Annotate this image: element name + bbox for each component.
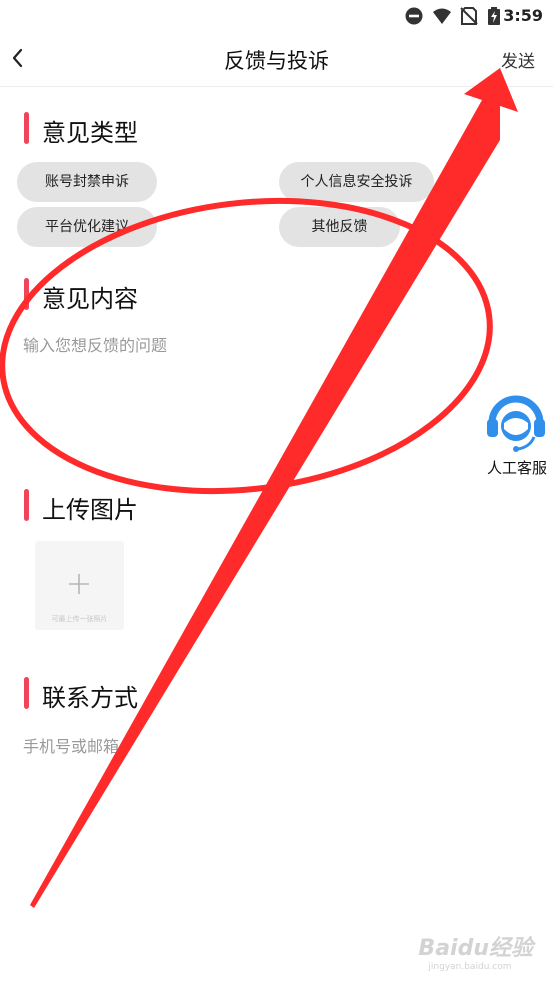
feedback-content-input[interactable]: 输入您想反馈的问题 [23, 332, 463, 452]
contact-input[interactable]: 手机号或邮箱 [23, 733, 463, 761]
chip-privacy-complaint[interactable]: 个人信息安全投诉 [279, 162, 434, 202]
wifi-icon [433, 8, 451, 24]
chip-other-feedback[interactable]: 其他反馈 [279, 207, 400, 247]
contact-heading: 联系方式 [42, 684, 138, 712]
customer-service-label[interactable]: 人工客服 [481, 457, 553, 478]
page-title: 反馈与投诉 [224, 49, 329, 73]
send-button[interactable]: 发送 [501, 47, 535, 72]
headset-agent-icon[interactable] [486, 393, 546, 455]
section-accent-bar [24, 677, 29, 709]
plus-icon [69, 574, 89, 594]
upload-image-heading: 上传图片 [42, 496, 138, 524]
chip-platform-suggestion[interactable]: 平台优化建议 [17, 207, 157, 247]
upload-hint: 可最上传一张照片 [51, 615, 108, 623]
chip-account-ban-appeal[interactable]: 账号封禁申诉 [17, 162, 157, 202]
feedback-type-heading: 意见类型 [42, 119, 138, 147]
section-accent-bar [24, 489, 29, 521]
watermark-url: jingyan.baidu.com [428, 962, 512, 972]
no-sim-icon [460, 7, 478, 25]
watermark: Baidu经验 jingyan.baidu.com [418, 930, 533, 972]
status-time: 3:59 [503, 6, 543, 25]
watermark-brand: Baidu经验 [418, 936, 533, 961]
feedback-content-heading: 意见内容 [42, 285, 138, 313]
do-not-disturb-icon [405, 7, 423, 25]
battery-charging-icon [488, 7, 500, 25]
section-accent-bar [24, 278, 29, 310]
section-accent-bar [24, 112, 29, 144]
